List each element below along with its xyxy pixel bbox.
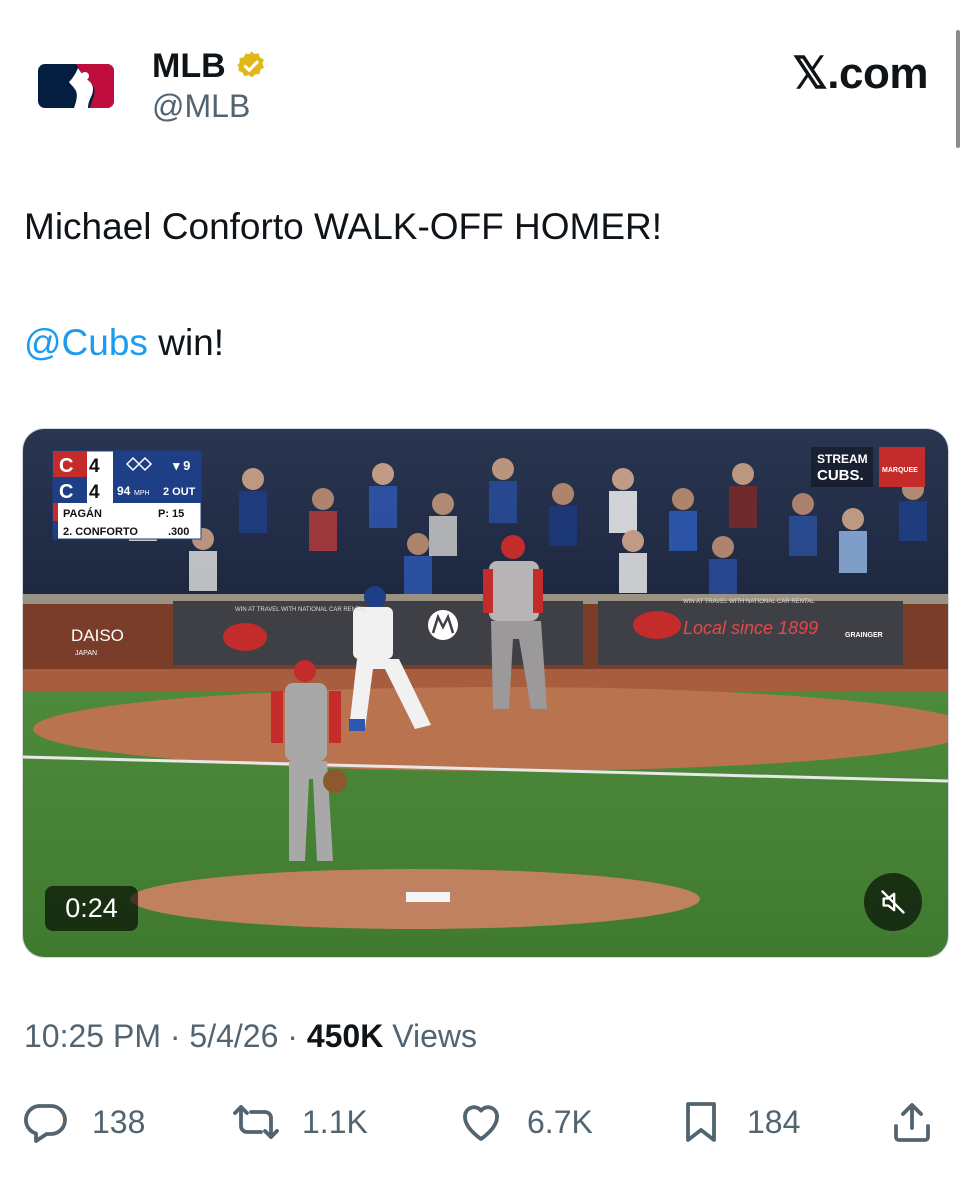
share-icon [894, 1103, 930, 1142]
batter-name: 2. CONFORTO [63, 526, 138, 538]
mention-link[interactable]: @Cubs [24, 322, 148, 363]
video-timer: 0:24 [45, 886, 138, 931]
verified-badge-icon [236, 51, 264, 78]
account-name-row[interactable]: MLB [152, 44, 268, 88]
local-since-sign: Local since 1899 [683, 618, 818, 638]
tweet-date[interactable]: 5/4/26 [189, 1018, 278, 1054]
views-count[interactable]: 450K [307, 1018, 384, 1054]
meta-separator: · [278, 1018, 307, 1054]
video-player[interactable]: C C 4 4 ▾ 9 94 MPH 2 OUT PAGÁN P: 15 2. … [22, 428, 949, 958]
outs: 2 OUT [163, 486, 196, 498]
meta-separator: · [160, 1018, 190, 1054]
bookmark-button[interactable]: 184 [677, 1094, 800, 1150]
away-score: 4 [89, 456, 100, 477]
home-score: 4 [89, 482, 100, 503]
broadcast-sponsor: MARQUEE [882, 467, 918, 474]
tweet-text-line1: Michael Conforto WALK-OFF HOMER! [24, 206, 663, 247]
video-frame: C C 4 4 ▾ 9 94 MPH 2 OUT PAGÁN P: 15 2. … [23, 429, 948, 957]
like-button[interactable]: 6.7K [457, 1094, 593, 1150]
pitch-count: P: 15 [158, 508, 184, 520]
pitch-speed: 94 [117, 484, 131, 498]
tweet-text-line2: @Cubs win! [24, 322, 224, 364]
mlb-logo[interactable] [38, 64, 114, 108]
reply-count: 138 [92, 1103, 146, 1140]
repost-button[interactable]: 1.1K [232, 1094, 368, 1150]
repost-icon [233, 1105, 279, 1139]
bookmark-icon [686, 1102, 716, 1142]
heart-icon [463, 1105, 499, 1141]
scorebug: C C 4 4 ▾ 9 94 MPH 2 OUT PAGÁN P: 15 2. … [52, 450, 202, 540]
bookmark-count: 184 [747, 1103, 801, 1140]
pitcher-name: PAGÁN [63, 507, 102, 520]
action-bar: 138 1.1K 6.7K 184 [22, 1094, 942, 1150]
broadcast-line1: STREAM [817, 452, 868, 466]
scrollbar[interactable] [956, 30, 960, 148]
account-handle[interactable]: @MLB [152, 88, 250, 125]
batter-avg: .300 [168, 526, 189, 538]
daiso-sub: JAPAN [75, 650, 97, 657]
mute-button[interactable] [864, 873, 922, 931]
inning: ▾ 9 [172, 458, 190, 473]
share-button[interactable] [888, 1094, 936, 1150]
reply-icon [24, 1104, 67, 1143]
mlb-logo-icon [38, 64, 114, 108]
pitch-unit: MPH [134, 490, 150, 497]
grainger-sign: GRAINGER [845, 632, 883, 639]
views-label: Views [383, 1018, 477, 1054]
svg-text:C: C [59, 455, 73, 477]
banner-top-right: WIN AT TRAVEL WITH NATIONAL CAR RENTAL [683, 599, 815, 605]
x-brand[interactable]: 𝕏.com [792, 48, 928, 99]
tweet-time[interactable]: 10:25 PM [24, 1018, 161, 1054]
banner-top-left: WIN AT TRAVEL WITH NATIONAL CAR RENTAL [235, 607, 367, 613]
tweet-text-rest: win! [147, 322, 225, 363]
tweet-meta: 10:25 PM · 5/4/26 · 450K Views [24, 1018, 477, 1055]
display-name[interactable]: MLB [152, 47, 226, 86]
daiso-sign: DAISO [71, 626, 124, 645]
muted-speaker-icon [881, 890, 905, 914]
repost-count: 1.1K [302, 1103, 368, 1140]
reply-button[interactable]: 138 [22, 1094, 145, 1150]
broadcast-bug: STREAM CUBS. MARQUEE [811, 447, 925, 487]
like-count: 6.7K [527, 1103, 593, 1140]
svg-text:C: C [59, 481, 73, 503]
broadcast-line2: CUBS. [817, 467, 864, 484]
